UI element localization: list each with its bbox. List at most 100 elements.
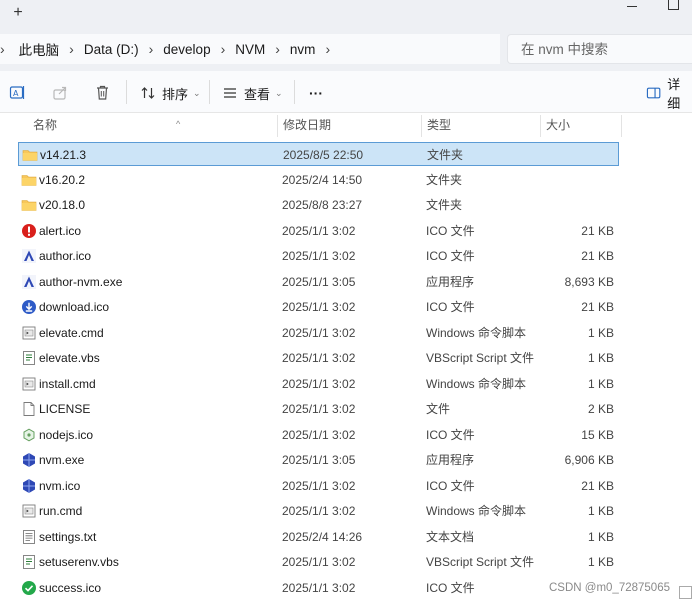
- file-size: 21 KB: [581, 300, 614, 314]
- file-date: 2025/1/1 3:05: [282, 274, 356, 289]
- file-date: 2025/1/1 3:02: [282, 427, 356, 442]
- breadcrumb-chevron-icon[interactable]: ›: [63, 41, 80, 57]
- file-type: ICO 文件: [426, 478, 475, 493]
- table-row[interactable]: elevate.vbs 2025/1/1 3:02 VBScript Script …: [18, 346, 619, 370]
- file-name: install.cmd: [39, 376, 96, 391]
- scroll-corner: [679, 586, 692, 599]
- maximize-icon[interactable]: [665, 0, 681, 14]
- file-type: 应用程序: [426, 453, 475, 467]
- share-icon[interactable]: [51, 83, 69, 101]
- breadcrumb: › 此电脑 › Data (D:) › develop › NVM › nvm ›: [0, 34, 500, 64]
- table-row[interactable]: run.cmd 2025/1/1 3:02 Windows 命令脚本 1 KB: [18, 499, 619, 523]
- file-name: author-nvm.exe: [39, 274, 123, 289]
- breadcrumb-item[interactable]: develop: [159, 42, 214, 57]
- file-type: 应用程序: [426, 274, 475, 289]
- file-name: download.ico: [39, 300, 110, 314]
- file-type: ICO 文件: [426, 249, 475, 263]
- breadcrumb-chevron-icon[interactable]: ›: [269, 41, 286, 57]
- file-type: ICO 文件: [426, 580, 475, 595]
- column-date-header[interactable]: 修改日期: [278, 113, 420, 140]
- file-name: setuserenv.vbs: [39, 555, 119, 569]
- address-row: › 此电脑 › Data (D:) › develop › NVM › nvm ›: [0, 27, 692, 71]
- details-pane-button[interactable]: 详细: [646, 77, 692, 111]
- table-row-selected[interactable]: v14.21.3 2025/8/5 22:50 文件夹: [18, 142, 619, 166]
- table-row[interactable]: settings.txt 2025/2/4 14:26 文本文档 1 KB: [18, 525, 619, 549]
- breadcrumb-chevron-icon[interactable]: ›: [319, 41, 336, 57]
- table-row[interactable]: elevate.cmd 2025/1/1 3:02 Windows 命令脚本 1 KB: [18, 321, 619, 345]
- cmd-file-icon: [21, 503, 37, 519]
- column-name-header[interactable]: 名称 ^: [28, 113, 276, 140]
- file-name: v14.21.3: [40, 148, 87, 162]
- folder-icon: [21, 172, 37, 188]
- breadcrumb-item[interactable]: NVM: [231, 42, 269, 57]
- sort-caret-icon: ^: [176, 119, 181, 129]
- file-size: 15 KB: [581, 427, 614, 442]
- details-label: 详细: [667, 77, 681, 111]
- view-button[interactable]: 查看 ⌄: [222, 81, 283, 105]
- file-date: 2025/1/1 3:02: [282, 376, 356, 391]
- table-row[interactable]: alert.ico 2025/1/1 3:02 ICO 文件 21 KB: [18, 219, 619, 243]
- command-separator: [209, 80, 210, 104]
- more-options-button[interactable]: ···: [309, 81, 323, 105]
- file-name: nvm.ico: [39, 478, 81, 493]
- breadcrumb-chevron-icon[interactable]: ›: [215, 41, 232, 57]
- file-date: 2025/1/1 3:02: [282, 223, 356, 238]
- breadcrumb-item[interactable]: nvm: [286, 42, 320, 57]
- delete-icon[interactable]: [93, 83, 111, 101]
- search-input[interactable]: [508, 35, 692, 63]
- column-type-header[interactable]: 类型: [422, 113, 540, 140]
- file-type: ICO 文件: [426, 427, 475, 442]
- breadcrumb-chevron-icon[interactable]: ›: [143, 41, 160, 57]
- file-date: 2025/1/1 3:02: [282, 402, 356, 416]
- table-row[interactable]: success.ico 2025/1/1 3:02 ICO 文件: [18, 576, 619, 600]
- svg-text:A: A: [13, 89, 19, 98]
- table-row[interactable]: install.cmd 2025/1/1 3:02 Windows 命令脚本 1 KB: [18, 372, 619, 396]
- new-tab-button[interactable]: +: [8, 3, 28, 23]
- breadcrumb-item[interactable]: 此电脑: [11, 39, 64, 59]
- file-size: 21 KB: [581, 249, 614, 263]
- file-size: 1 KB: [587, 376, 614, 391]
- view-icon: [224, 88, 236, 98]
- table-row[interactable]: nodejs.ico 2025/1/1 3:02 ICO 文件 15 KB: [18, 423, 619, 447]
- table-row[interactable]: v20.18.0 2025/8/8 23:27 文件夹: [18, 193, 619, 217]
- table-row[interactable]: setuserenv.vbs 2025/1/1 3:02 VBScript Scri…: [18, 550, 619, 574]
- file-type: ICO 文件: [426, 223, 475, 238]
- sort-button[interactable]: 排序 ⌄: [140, 81, 201, 105]
- author-icon: [21, 274, 37, 290]
- file-type: VBScript Script 文件: [426, 351, 535, 365]
- breadcrumb-item[interactable]: Data (D:): [80, 42, 143, 57]
- table-row[interactable]: LICENSE 2025/1/1 3:02 文件 2 KB: [18, 397, 619, 421]
- file-name: elevate.vbs: [39, 351, 100, 365]
- command-separator: [294, 80, 295, 104]
- table-row[interactable]: download.ico 2025/1/1 3:02 ICO 文件 21 KB: [18, 295, 619, 319]
- cmd-file-icon: [21, 376, 37, 392]
- table-row[interactable]: author.ico 2025/1/1 3:02 ICO 文件 21 KB: [18, 244, 619, 268]
- minimize-icon[interactable]: [622, 0, 642, 14]
- file-type: 文本文档: [426, 529, 475, 544]
- file-name: v20.18.0: [39, 198, 86, 212]
- table-row[interactable]: nvm.exe 2025/1/1 3:05 应用程序 6,906 KB: [18, 448, 619, 472]
- sort-icon: [141, 87, 155, 99]
- file-date: 2025/1/1 3:02: [282, 478, 356, 493]
- breadcrumb-chevron-icon[interactable]: ›: [0, 41, 11, 57]
- table-row[interactable]: author-nvm.exe 2025/1/1 3:05 应用程序 8,693 KB: [18, 270, 619, 294]
- download-icon: [21, 299, 37, 315]
- table-row[interactable]: v16.20.2 2025/2/4 14:50 文件夹: [18, 168, 619, 192]
- file-name: nvm.exe: [39, 453, 85, 467]
- file-size: 21 KB: [581, 478, 614, 493]
- folder-icon: [21, 197, 37, 213]
- file-type: Windows 命令脚本: [426, 325, 527, 340]
- rename-icon[interactable]: A: [8, 83, 26, 101]
- sort-label: 排序: [162, 86, 189, 102]
- vbs-file-icon: [21, 350, 37, 366]
- success-icon: [21, 580, 37, 596]
- column-size-header[interactable]: 大小: [541, 113, 621, 140]
- file-date: 2025/8/8 23:27: [282, 198, 363, 212]
- file-name: LICENSE: [39, 402, 91, 416]
- chevron-down-icon: ⌄: [193, 87, 201, 98]
- column-divider[interactable]: [621, 115, 622, 137]
- search-box[interactable]: [507, 34, 692, 64]
- file-size: [539, 143, 615, 167]
- list-header: 名称 ^ 修改日期 类型 大小: [0, 113, 692, 140]
- table-row[interactable]: nvm.ico 2025/1/1 3:02 ICO 文件 21 KB: [18, 474, 619, 498]
